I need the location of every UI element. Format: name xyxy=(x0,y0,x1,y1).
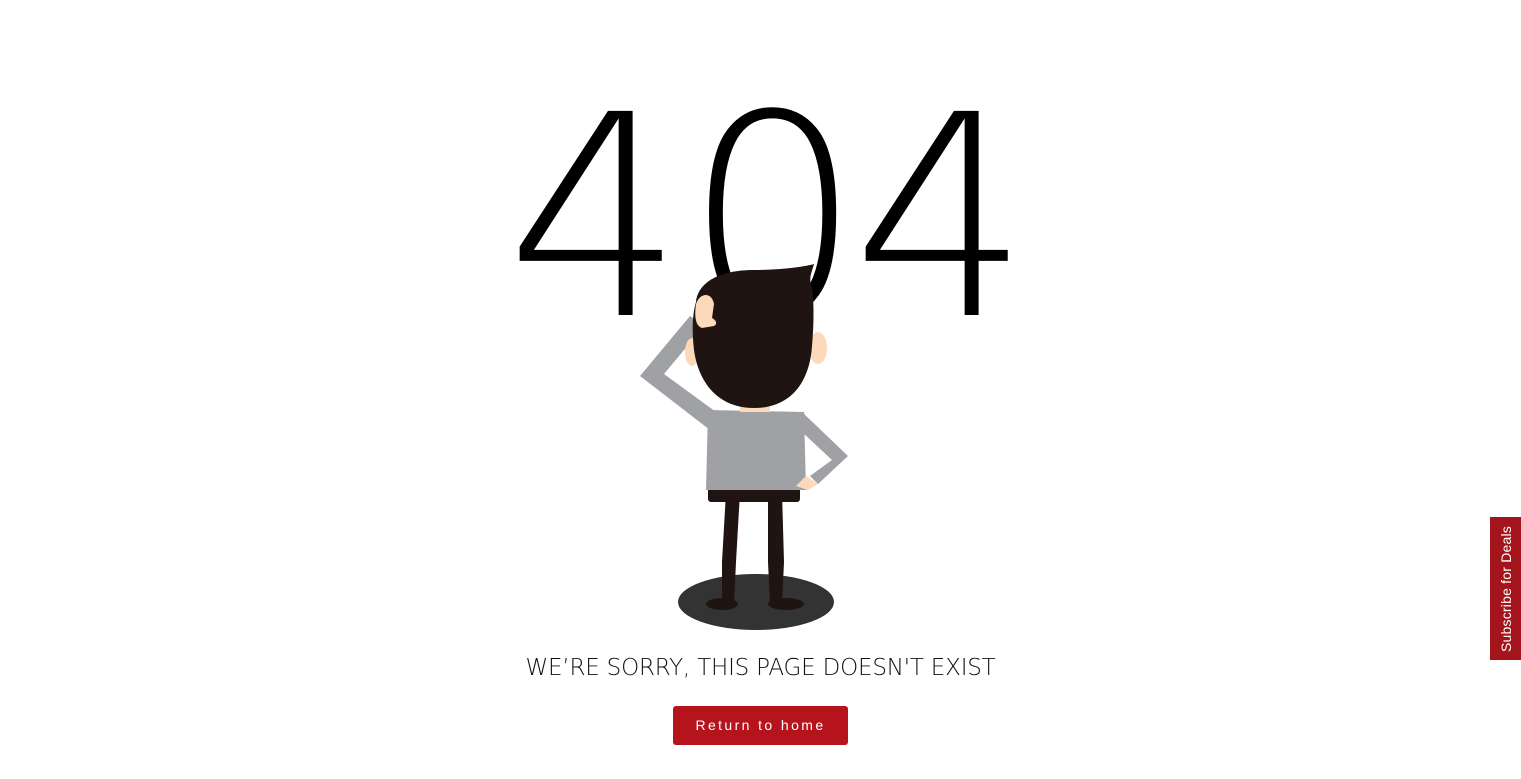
floor-shadow xyxy=(678,574,834,630)
head-hair xyxy=(692,264,814,408)
belt xyxy=(708,488,800,502)
confused-man-illustration xyxy=(640,264,848,630)
right-leg xyxy=(768,492,784,604)
error-digit-last: 4 xyxy=(852,60,1016,370)
error-page: 4 0 4 WE’RE SORRY, THIS PAGE DOESN'T EXI… xyxy=(0,0,1521,779)
torso xyxy=(706,410,806,490)
return-to-home-button[interactable]: Return to home xyxy=(673,706,848,745)
error-message: WE’RE SORRY, THIS PAGE DOESN'T EXIST xyxy=(525,655,996,681)
subscribe-for-deals-tab[interactable]: Subscribe for Deals xyxy=(1490,517,1521,660)
right-arm xyxy=(802,412,848,484)
left-shoe xyxy=(706,598,738,610)
subscribe-tab-label: Subscribe for Deals xyxy=(1497,525,1514,652)
right-shoe xyxy=(768,598,804,610)
